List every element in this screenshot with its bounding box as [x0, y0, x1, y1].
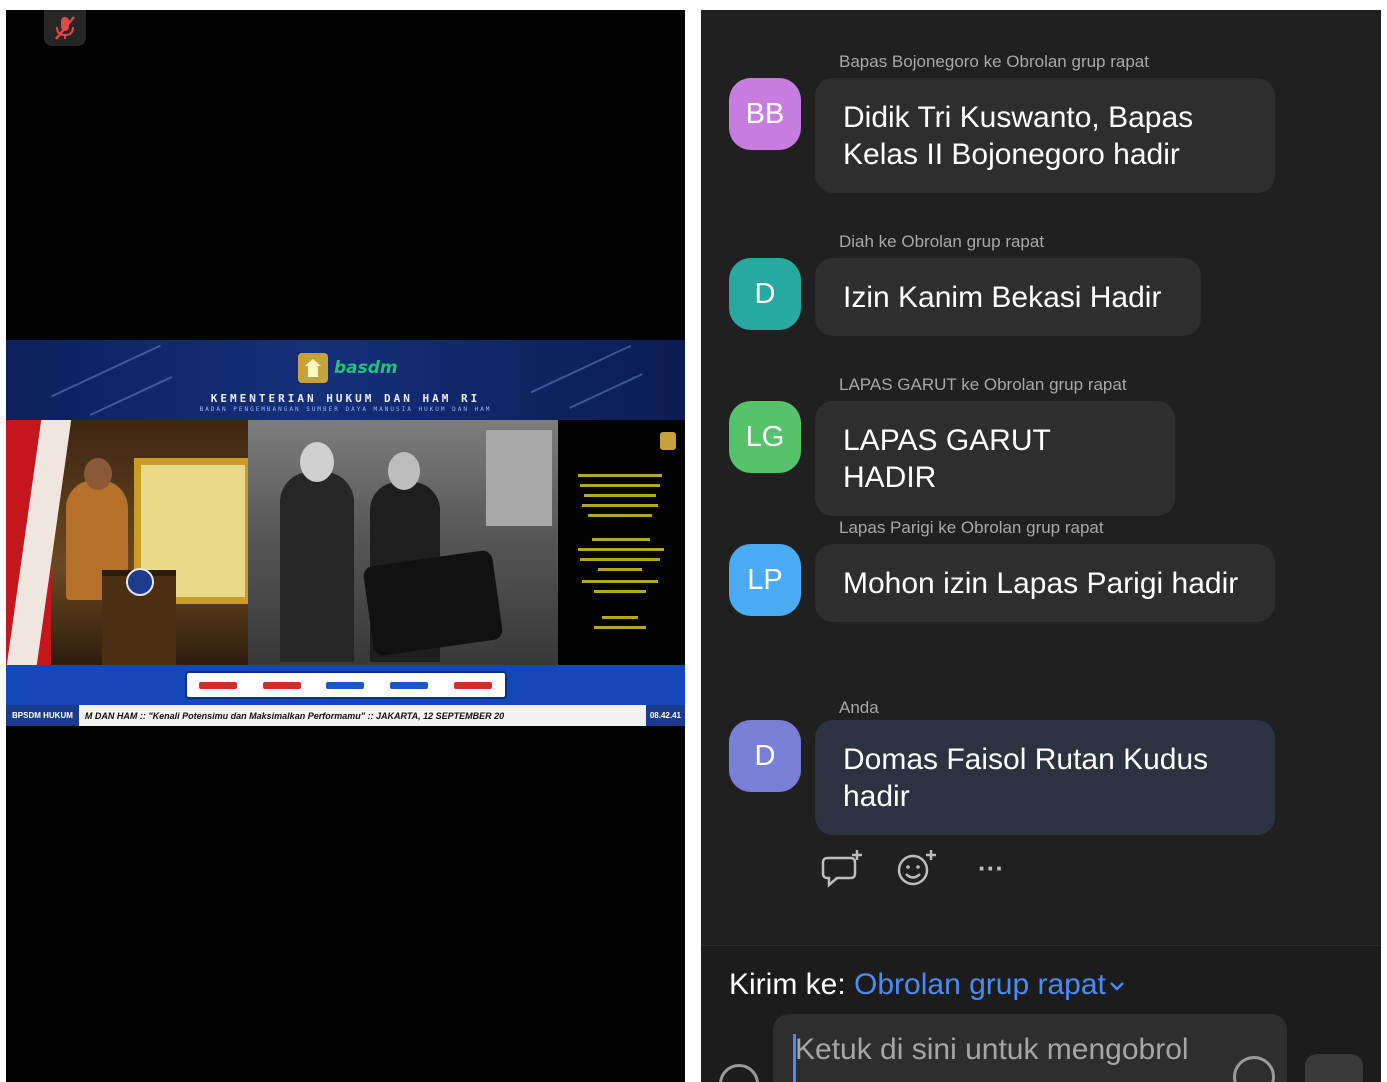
event-banner: basdm KEMENTERIAN HUKUM DAN HAM RI BADAN… [6, 340, 685, 420]
add-reaction-icon[interactable] [895, 848, 939, 888]
more-options-icon[interactable]: ··· [969, 848, 1013, 888]
sponsor-strip [6, 665, 685, 705]
video-panel: basdm KEMENTERIAN HUKUM DAN HAM RI BADAN… [6, 10, 685, 1082]
meeting-chat-panel: Bapas Bojonegoro ke Obrolan grup rapat B… [701, 10, 1381, 1082]
bpsdm-logo: basdm [298, 352, 418, 384]
chevron-down-icon [1109, 982, 1124, 991]
message-sender: LAPAS GARUT ke Obrolan grup rapat [839, 375, 1127, 394]
ticker-clock: 08.42.41 [645, 705, 685, 726]
emblem-icon [660, 432, 676, 450]
recipient-label: Obrolan grup rapat [854, 968, 1106, 1001]
message-bubble[interactable]: Izin Kanim Bekasi Hadir [815, 258, 1201, 336]
send-to-label: Kirim ke: [729, 968, 846, 1001]
chat-message-input[interactable]: Ketuk di sini untuk mengobrol [773, 1014, 1287, 1082]
message-bubble[interactable]: Mohon izin Lapas Parigi hadir [815, 544, 1275, 622]
archive-photo [248, 420, 558, 665]
send-to-row: Kirim ke: Obrolan grup rapat [729, 968, 1126, 1002]
message-bubble[interactable]: Domas Faisol Rutan Kudus hadir [815, 720, 1275, 835]
message-sender: Bapas Bojonegoro ke Obrolan grup rapat [839, 52, 1149, 71]
agency-subtitle: BADAN PENGEMBANGAN SUMBER DAYA MANUSIA H… [199, 406, 492, 413]
ministry-emblem-icon [298, 353, 328, 383]
avatar[interactable]: D [729, 258, 801, 330]
avatar[interactable]: LG [729, 401, 801, 473]
ministry-title: KEMENTERIAN HUKUM DAN HAM RI [210, 392, 481, 405]
quote-panel [558, 420, 685, 665]
sponsor-logos [184, 671, 507, 699]
mic-muted-icon[interactable] [44, 10, 86, 46]
more-options-label: ··· [978, 852, 1004, 883]
message-actions: ··· [821, 848, 1013, 888]
ticker-brand: BPSDM HUKUM [6, 705, 79, 726]
message-bubble[interactable]: LAPAS GARUT HADIR [815, 401, 1175, 516]
chat-composer: Kirim ke: Obrolan grup rapat Ketuk di si… [701, 945, 1381, 1082]
avatar[interactable]: BB [729, 78, 801, 150]
recipient-dropdown[interactable]: Obrolan grup rapat [854, 968, 1126, 1001]
news-ticker: BPSDM HUKUM M DAN HAM :: "Kenali Potensi… [6, 705, 685, 726]
reply-icon[interactable] [821, 848, 865, 888]
shared-video-stream[interactable]: basdm KEMENTERIAN HUKUM DAN HAM RI BADAN… [6, 340, 685, 726]
logo-text: basdm [334, 358, 398, 378]
add-attachment-icon[interactable] [719, 1064, 759, 1082]
avatar[interactable]: LP [729, 544, 801, 616]
avatar[interactable]: D [729, 720, 801, 792]
message-sender: Lapas Parigi ke Obrolan grup rapat [839, 518, 1104, 537]
send-icon[interactable] [1305, 1054, 1363, 1082]
speaker-camera-feed [6, 420, 248, 665]
message-sender: Diah ke Obrolan grup rapat [839, 232, 1045, 251]
message-sender: Anda [839, 698, 879, 717]
message-bubble[interactable]: Didik Tri Kuswanto, Bapas Kelas II Bojon… [815, 78, 1275, 193]
ticker-text: M DAN HAM :: "Kenali Potensimu dan Maksi… [84, 710, 505, 721]
text-caret [793, 1034, 796, 1082]
chat-input-placeholder: Ketuk di sini untuk mengobrol [795, 1033, 1189, 1066]
